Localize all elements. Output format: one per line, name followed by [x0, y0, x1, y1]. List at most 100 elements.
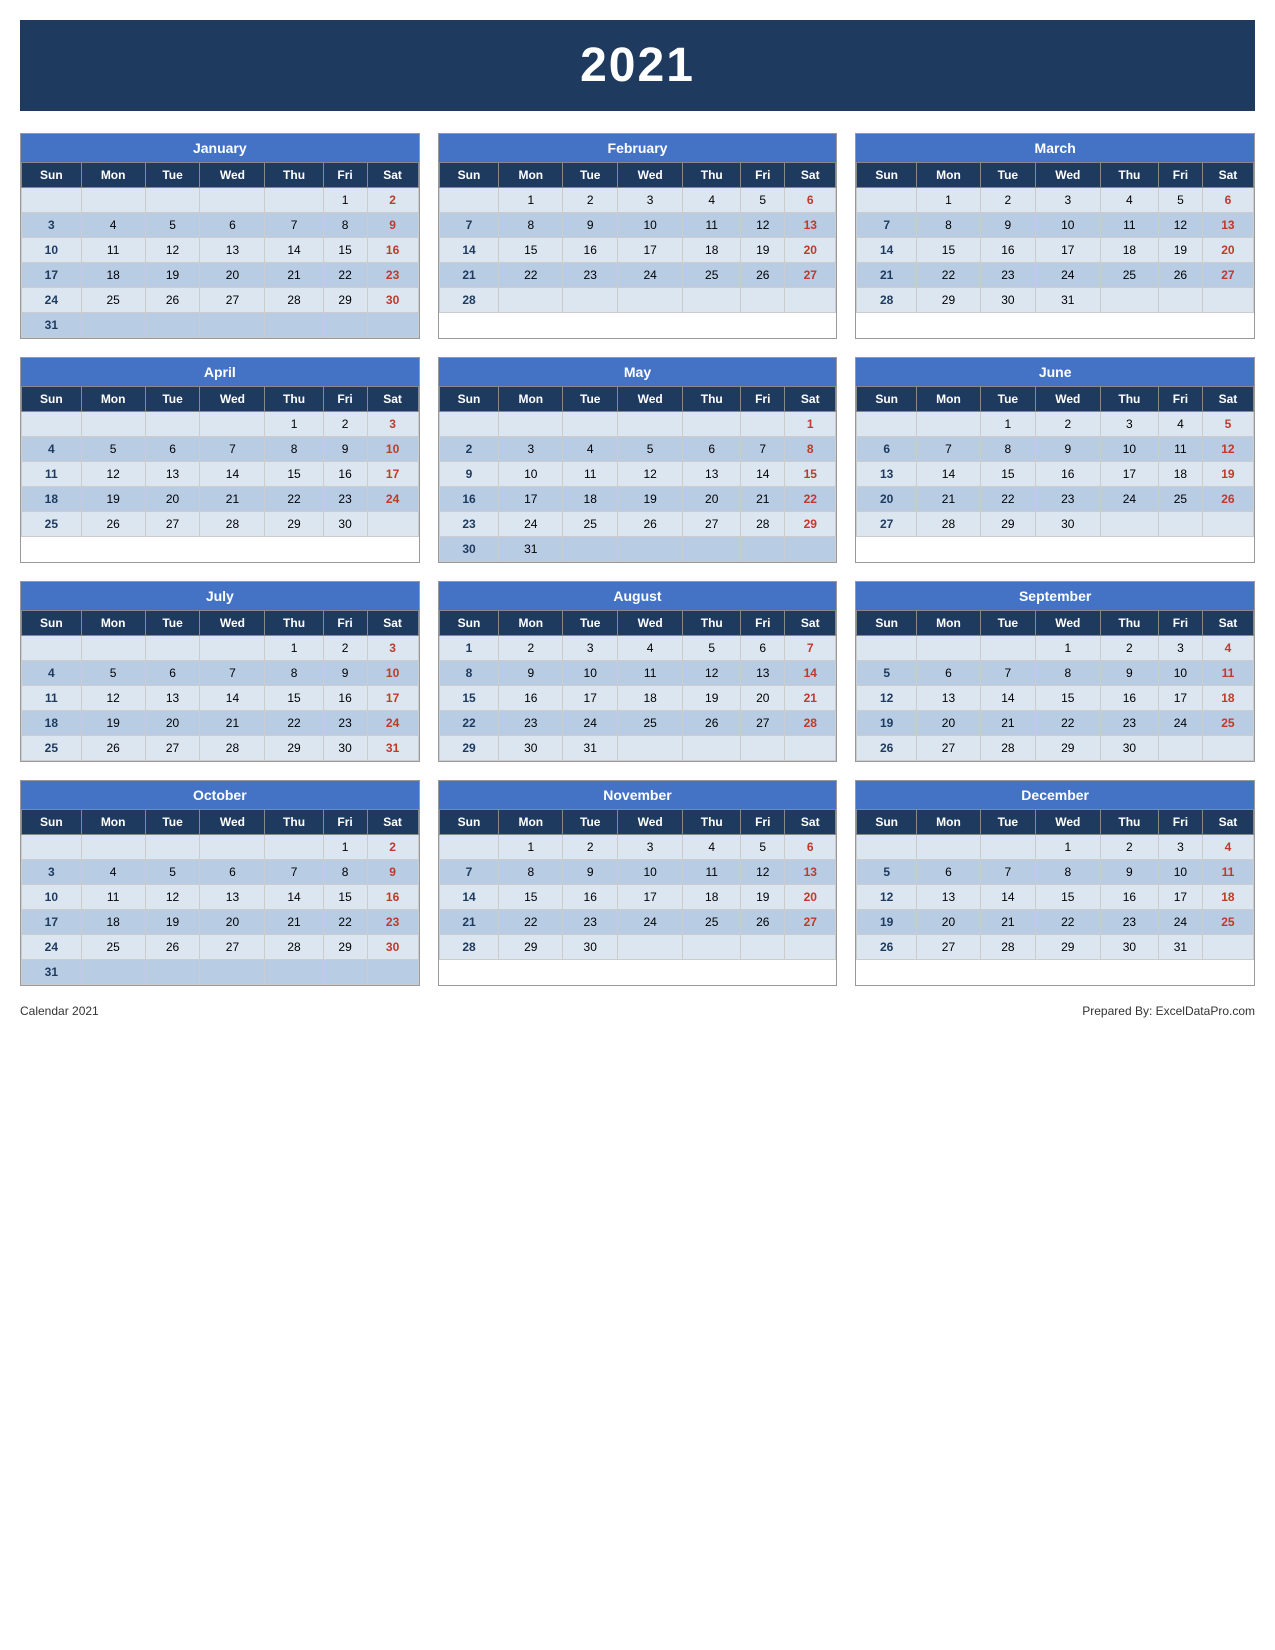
month-block-july: JulySunMonTueWedThuFriSat123456789101112…: [20, 581, 420, 762]
day-cell: 6: [200, 213, 265, 238]
month-table-june: SunMonTueWedThuFriSat1234567891011121314…: [856, 386, 1254, 537]
day-cell: 28: [980, 935, 1035, 960]
day-cell: [1158, 288, 1202, 313]
month-title-june: June: [856, 358, 1254, 386]
day-cell: 21: [857, 263, 917, 288]
day-cell: [917, 412, 981, 437]
week-row: 28: [439, 288, 836, 313]
day-cell: [81, 412, 145, 437]
day-cell: 19: [145, 263, 200, 288]
day-cell: 4: [618, 636, 683, 661]
day-cell: 6: [917, 860, 981, 885]
month-table-december: SunMonTueWedThuFriSat1234567891011121314…: [856, 809, 1254, 960]
day-cell: 12: [145, 885, 200, 910]
day-cell: 6: [145, 437, 200, 462]
day-cell: 2: [1035, 412, 1100, 437]
day-cell: 13: [785, 860, 836, 885]
day-cell: 5: [741, 835, 785, 860]
day-cell: 17: [22, 910, 82, 935]
day-cell: 1: [323, 188, 367, 213]
month-table-september: SunMonTueWedThuFriSat1234567891011121314…: [856, 610, 1254, 761]
day-cell: 3: [1035, 188, 1100, 213]
day-cell: 4: [81, 213, 145, 238]
day-cell: 25: [81, 935, 145, 960]
day-cell: 18: [1202, 885, 1253, 910]
day-header-sat: Sat: [1202, 387, 1253, 412]
day-cell: 16: [323, 686, 367, 711]
day-cell: 24: [499, 512, 563, 537]
day-header-wed: Wed: [200, 163, 265, 188]
day-cell: 25: [1100, 263, 1158, 288]
day-cell: 13: [145, 686, 200, 711]
day-cell: 25: [22, 736, 82, 761]
month-block-april: AprilSunMonTueWedThuFriSat12345678910111…: [20, 357, 420, 563]
page-title: 2021: [20, 20, 1255, 111]
day-cell: 8: [1035, 860, 1100, 885]
day-cell: 27: [200, 935, 265, 960]
day-cell: 17: [1035, 238, 1100, 263]
day-cell: 3: [22, 213, 82, 238]
day-header-sun: Sun: [22, 163, 82, 188]
day-header-wed: Wed: [1035, 810, 1100, 835]
day-header-tue: Tue: [563, 611, 618, 636]
day-cell: 4: [81, 860, 145, 885]
day-cell: 7: [980, 860, 1035, 885]
week-row: 19202122232425: [857, 711, 1254, 736]
day-cell: 30: [367, 288, 418, 313]
day-cell: 13: [785, 213, 836, 238]
day-cell: [857, 835, 917, 860]
month-table-may: SunMonTueWedThuFriSat1234567891011121314…: [439, 386, 837, 562]
day-cell: [265, 313, 323, 338]
day-header-sun: Sun: [22, 810, 82, 835]
day-cell: 13: [200, 885, 265, 910]
day-cell: 9: [367, 860, 418, 885]
day-cell: [265, 188, 323, 213]
day-cell: 19: [741, 238, 785, 263]
day-cell: 24: [618, 910, 683, 935]
day-cell: 2: [367, 188, 418, 213]
day-cell: 30: [323, 512, 367, 537]
week-row: 6789101112: [857, 437, 1254, 462]
day-cell: 14: [265, 238, 323, 263]
day-header-sat: Sat: [367, 387, 418, 412]
day-cell: 26: [145, 935, 200, 960]
week-row: 14151617181920: [857, 238, 1254, 263]
day-cell: 13: [1202, 213, 1253, 238]
day-cell: 3: [1100, 412, 1158, 437]
day-header-mon: Mon: [499, 387, 563, 412]
day-cell: 25: [1158, 487, 1202, 512]
day-cell: 3: [1158, 835, 1202, 860]
week-row: 123456: [439, 835, 836, 860]
day-cell: 24: [1100, 487, 1158, 512]
month-block-september: SeptemberSunMonTueWedThuFriSat1234567891…: [855, 581, 1255, 762]
day-cell: 25: [683, 910, 741, 935]
week-row: 20212223242526: [857, 487, 1254, 512]
day-cell: 18: [1100, 238, 1158, 263]
day-cell: 16: [499, 686, 563, 711]
week-row: 14151617181920: [439, 885, 836, 910]
day-cell: 26: [741, 910, 785, 935]
day-cell: 10: [367, 661, 418, 686]
day-header-tue: Tue: [145, 810, 200, 835]
day-cell: 24: [367, 487, 418, 512]
day-cell: 9: [1100, 661, 1158, 686]
day-cell: 17: [1158, 686, 1202, 711]
week-row: 15161718192021: [439, 686, 836, 711]
day-cell: [741, 412, 785, 437]
day-cell: [857, 636, 917, 661]
day-cell: 5: [857, 661, 917, 686]
day-header-thu: Thu: [683, 387, 741, 412]
day-cell: 31: [367, 736, 418, 761]
day-cell: [785, 288, 836, 313]
day-cell: 17: [618, 238, 683, 263]
day-cell: 15: [323, 885, 367, 910]
day-cell: [857, 412, 917, 437]
day-header-sun: Sun: [439, 810, 499, 835]
day-cell: 18: [683, 238, 741, 263]
day-cell: 15: [323, 238, 367, 263]
week-row: 11121314151617: [22, 686, 419, 711]
day-header-thu: Thu: [265, 387, 323, 412]
day-cell: 10: [22, 238, 82, 263]
day-header-mon: Mon: [917, 163, 981, 188]
day-cell: 2: [323, 636, 367, 661]
